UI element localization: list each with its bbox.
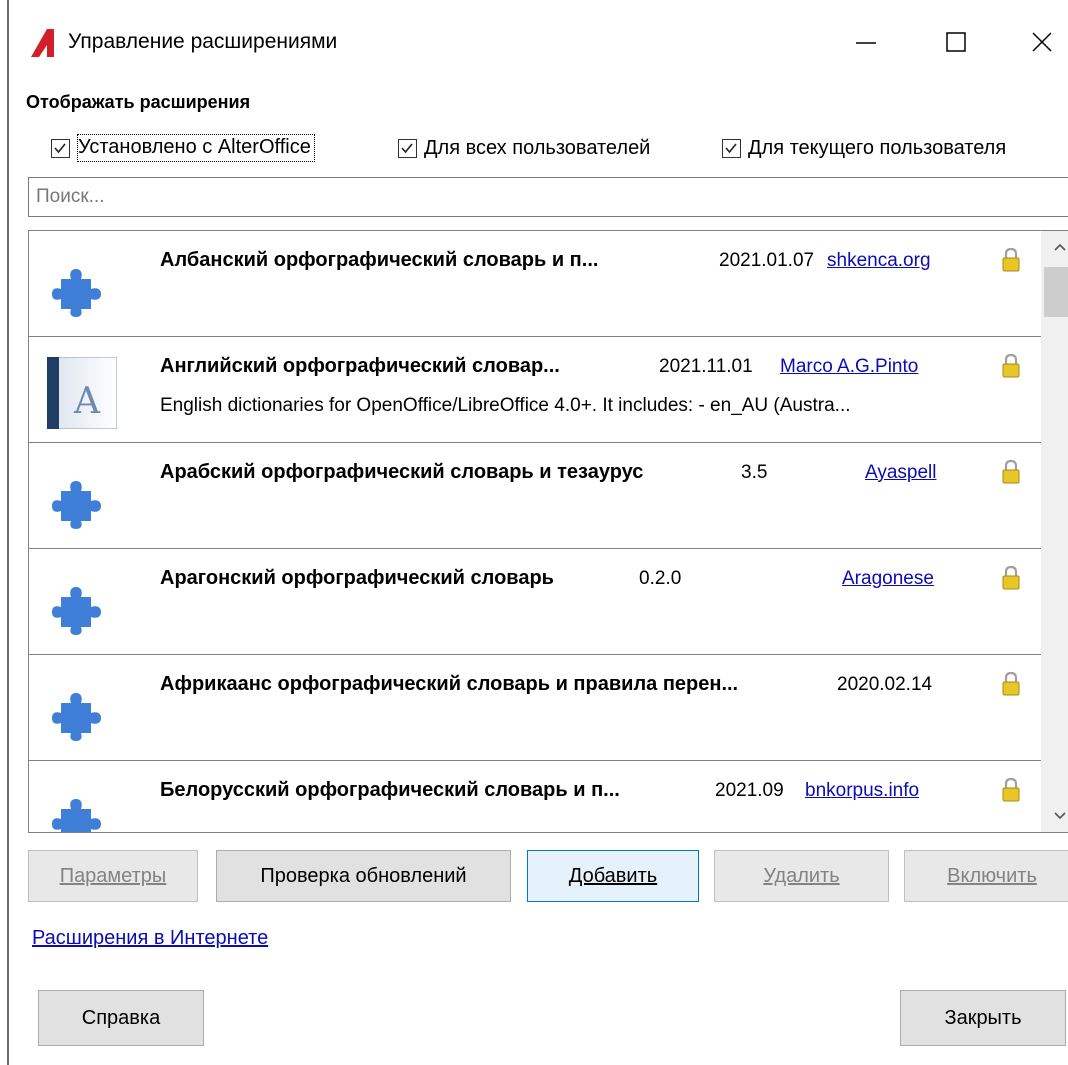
lock-icon [1002,671,1020,696]
add-button[interactable]: Добавить [527,850,699,902]
lock-icon [1002,247,1020,272]
puzzle-icon [52,269,101,317]
extension-row[interactable]: Арагонский орфографический словарь 0.2.0… [29,549,1045,655]
extension-version: 2021.09 [715,780,784,801]
extension-name: Африкаанс орфографический словарь и прав… [160,673,739,695]
puzzle-icon [52,587,101,635]
extension-row[interactable]: Белорусский орфографический словарь и п.… [29,761,1045,832]
window-title: Управление расширениями [68,30,338,53]
puzzle-icon [52,481,101,529]
lock-icon [1002,777,1020,802]
minimize-icon [856,42,876,44]
close-button[interactable]: Закрыть [900,990,1066,1046]
scroll-thumb[interactable] [1044,267,1068,317]
dictionary-icon: A [47,357,117,429]
online-extensions-link[interactable]: Расширения в Интернете [32,927,268,950]
chevron-up-icon [1054,243,1066,251]
extension-version: 3.5 [741,462,768,483]
chevron-down-icon [1054,812,1066,820]
checkbox-label: Установлено с AlterOffice [77,134,315,162]
filter-heading: Отображать расширения [26,92,251,112]
checkbox-box[interactable] [398,138,417,158]
close-icon [1032,32,1052,52]
checkbox-label-text: Установлено с AlterOffice [78,136,311,158]
extension-version: 2020.02.14 [837,674,933,695]
enable-button[interactable]: Включить [904,850,1068,902]
close-window-button[interactable] [1012,18,1068,66]
add-button-label: Добавить [568,864,658,887]
extension-publisher-link[interactable]: Aragonese [842,568,934,590]
close-button-label: Закрыть [944,1006,1022,1029]
extension-row[interactable]: A Английский орфографический словар... 2… [29,337,1045,443]
options-button[interactable]: Параметры [28,850,198,902]
svg-text:A: A [73,381,101,422]
check-updates-button-label: Проверка обновлений [260,864,467,887]
extension-row[interactable]: Африкаанс орфографический словарь и прав… [29,655,1045,761]
extension-publisher-link[interactable]: bnkorpus.info [805,780,919,802]
checkbox-current-user[interactable]: Для текущего пользователя [722,132,1006,164]
options-button-label: Параметры [59,864,167,887]
extension-publisher-link[interactable]: Ayaspell [865,462,936,484]
extension-name: Арабский орфографический словарь и тезау… [160,461,644,483]
help-button[interactable]: Справка [38,990,204,1046]
extension-description: English dictionaries for OpenOffice/Libr… [160,395,851,416]
checkmark-icon [401,142,413,153]
extension-name: Английский орфографический словар... [160,355,560,377]
lock-icon [1002,459,1020,484]
enable-button-label: Включить [947,864,1037,887]
extension-publisher-link[interactable]: Marco A.G.Pinto [780,356,918,378]
checkbox-box[interactable] [722,138,741,158]
extension-name: Албанский орфографический словарь и п... [160,249,599,271]
list-scrollbar[interactable] [1041,231,1068,832]
checkbox-label: Для всех пользователей [424,136,651,159]
extension-row[interactable]: Арабский орфографический словарь и тезау… [29,443,1045,549]
checkbox-installed-with-app[interactable]: Установлено с AlterOffice [51,132,315,164]
maximize-button[interactable] [926,18,986,66]
extension-publisher-link[interactable]: shkenca.org [827,250,931,272]
extension-list[interactable]: Албанский орфографический словарь и п...… [28,230,1068,833]
extension-version: 2021.01.07 [719,250,815,271]
puzzle-icon [52,693,101,741]
scroll-up-button[interactable] [1041,231,1068,263]
checkmark-icon [54,142,66,153]
checkbox-label: Для текущего пользователя [748,136,1007,159]
window-left-edge [7,0,9,1065]
minimize-button[interactable] [836,18,896,66]
remove-button-label: Удалить [763,864,840,887]
app-logo-icon [31,29,54,57]
extension-name: Арагонский орфографический словарь [160,567,554,589]
title-bar: Управление расширениями [0,0,1068,82]
extension-version: 2021.11.01 [659,356,753,377]
search-input[interactable] [28,177,1068,217]
lock-icon [1002,353,1020,378]
checkbox-all-users[interactable]: Для всех пользователей [398,132,650,164]
checkbox-box[interactable] [51,138,70,158]
checkmark-icon [725,142,737,153]
extension-row[interactable]: Албанский орфографический словарь и п...… [29,231,1045,337]
help-button-label: Справка [81,1006,161,1029]
lock-icon [1002,565,1020,590]
extension-version: 0.2.0 [639,568,682,589]
puzzle-icon [52,799,101,832]
check-updates-button[interactable]: Проверка обновлений [216,850,511,902]
maximize-icon [946,32,966,52]
remove-button[interactable]: Удалить [714,850,889,902]
extension-name: Белорусский орфографический словарь и п.… [160,779,620,801]
scroll-down-button[interactable] [1041,800,1068,832]
